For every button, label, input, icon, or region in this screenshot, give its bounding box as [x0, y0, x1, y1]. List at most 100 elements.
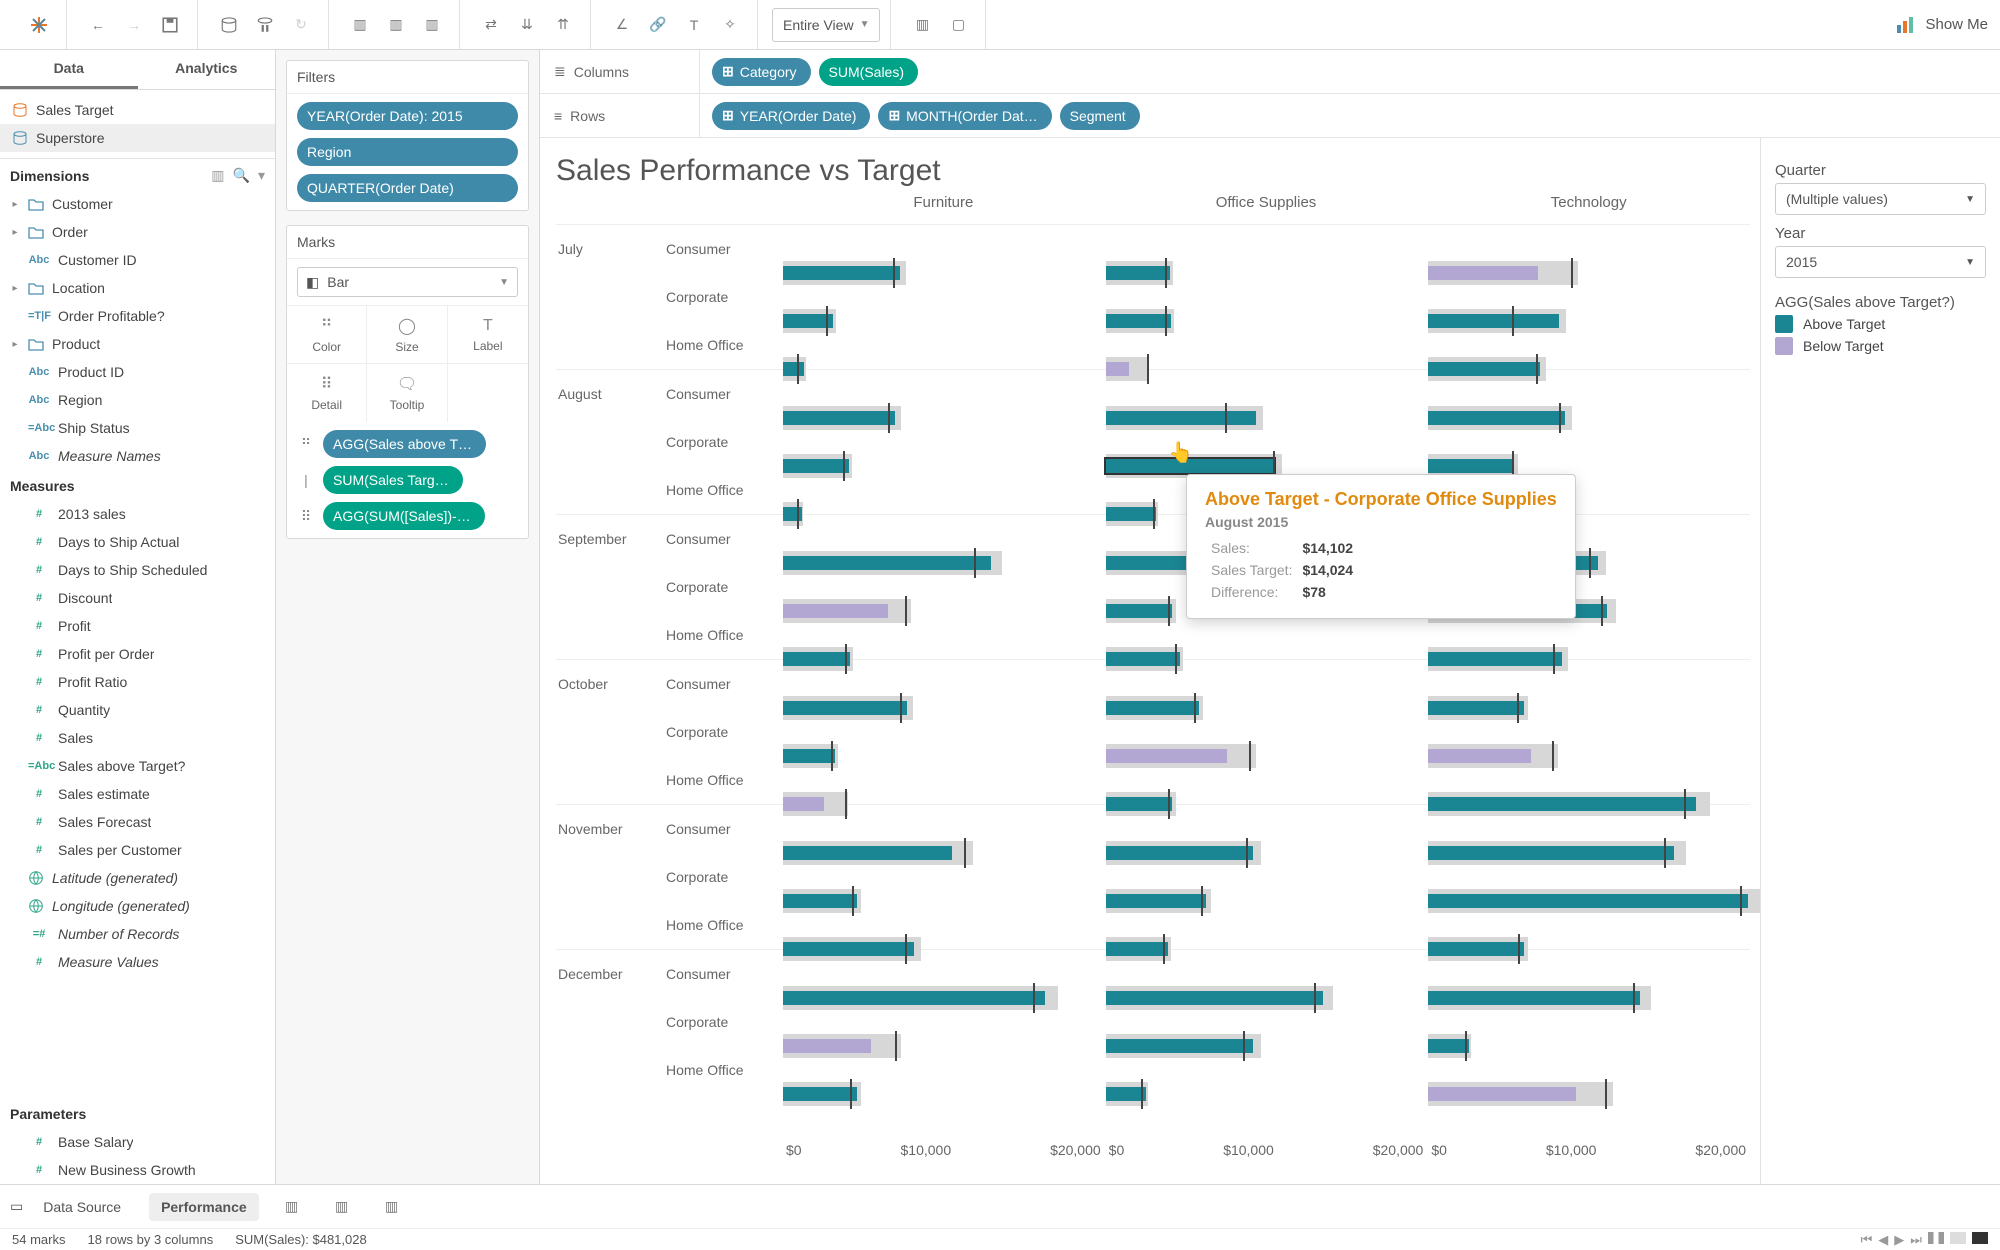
field-row[interactable]: AbcProduct ID	[0, 358, 275, 386]
rows-shelf[interactable]: ≡ Rows	[540, 94, 700, 137]
tab-performance[interactable]: Performance	[149, 1193, 259, 1221]
field-row[interactable]: Latitude (generated)	[0, 864, 275, 892]
field-row[interactable]: Longitude (generated)	[0, 892, 275, 920]
mark-type-selector[interactable]: ◧Bar ▼	[297, 267, 518, 297]
pause-updates-icon[interactable]	[248, 8, 282, 42]
mark-detail[interactable]: ⠿Detail	[287, 364, 367, 422]
field-row[interactable]: #New Business Growth	[0, 1156, 275, 1184]
nav-next-icon[interactable]: ▶	[1894, 1232, 1904, 1248]
datasource-sales-target[interactable]: Sales Target	[0, 96, 275, 124]
field-row[interactable]: =#Number of Records	[0, 920, 275, 948]
mark-color[interactable]: ⠛Color	[287, 306, 367, 364]
datasource-superstore[interactable]: Superstore	[0, 124, 275, 152]
new-sheet-icon[interactable]: ▥	[343, 8, 377, 42]
field-row[interactable]: #Sales Forecast	[0, 808, 275, 836]
marks-pill[interactable]: AGG(Sales above T…	[323, 430, 486, 458]
columns-shelf[interactable]: ≣ Columns	[540, 50, 700, 93]
new-datasource-icon[interactable]	[212, 8, 246, 42]
filter-pill[interactable]: QUARTER(Order Date)	[297, 174, 518, 202]
view-mode-filmstrip-icon[interactable]	[1950, 1232, 1966, 1244]
mark-label[interactable]: TLabel	[448, 306, 528, 364]
shelf-pill[interactable]: SUM(Sales)	[819, 58, 918, 86]
field-row[interactable]: #Measure Values	[0, 948, 275, 976]
filter-pill[interactable]: Region	[297, 138, 518, 166]
new-dashboard-icon[interactable]: ▥	[325, 1190, 359, 1224]
new-story-icon[interactable]: ▥	[375, 1190, 409, 1224]
field-row[interactable]: #Discount	[0, 584, 275, 612]
measures-list: #2013 sales#Days to Ship Actual#Days to …	[0, 500, 275, 1098]
tab-analytics[interactable]: Analytics	[138, 50, 276, 89]
dimensions-header: Dimensions ▥ 🔍 ▾	[0, 159, 275, 190]
mark-tooltip[interactable]: 🗨Tooltip	[367, 364, 447, 422]
swap-icon[interactable]: ⇄	[474, 8, 508, 42]
data-panel-menu-icon[interactable]: ▾	[258, 167, 265, 184]
presentation-icon[interactable]: ▢	[941, 8, 975, 42]
view-mode-single-icon[interactable]	[1972, 1232, 1988, 1244]
filter-pill[interactable]: YEAR(Order Date): 2015	[297, 102, 518, 130]
field-row[interactable]: #2013 sales	[0, 500, 275, 528]
field-row[interactable]: #Profit per Order	[0, 640, 275, 668]
field-row[interactable]: AbcRegion	[0, 386, 275, 414]
legend-item[interactable]: Below Target	[1775, 337, 1986, 355]
field-row[interactable]: #Sales per Customer	[0, 836, 275, 864]
duplicate-sheet-icon[interactable]: ▥	[379, 8, 413, 42]
datasource-tab-icon[interactable]: ▭	[10, 1198, 23, 1215]
field-row[interactable]: ▸Customer	[0, 190, 275, 218]
category-header: Office Supplies	[1105, 194, 1428, 211]
field-row[interactable]: =AbcSales above Target?	[0, 752, 275, 780]
field-row[interactable]: #Profit Ratio	[0, 668, 275, 696]
legend-item[interactable]: Above Target	[1775, 315, 1986, 333]
forward-icon: →	[117, 8, 151, 42]
field-row[interactable]: #Days to Ship Scheduled	[0, 556, 275, 584]
show-me-button[interactable]: Show Me	[1897, 16, 1988, 33]
field-row[interactable]: AbcMeasure Names	[0, 442, 275, 470]
clear-sheet-icon[interactable]: ▥	[415, 8, 449, 42]
sort-asc-icon[interactable]: ⇊	[510, 8, 544, 42]
refresh-icon[interactable]: ↻	[284, 8, 318, 42]
field-row[interactable]: =T|FOrder Profitable?	[0, 302, 275, 330]
shelf-pill[interactable]: ⊞MONTH(Order Dat…	[878, 102, 1051, 130]
year-select[interactable]: 2015▼	[1775, 246, 1986, 278]
nav-last-icon[interactable]: ⏭	[1910, 1232, 1922, 1248]
logo-icon[interactable]	[22, 8, 56, 42]
columns-icon: ≣	[554, 63, 566, 80]
marks-pill[interactable]: AGG(SUM([Sales])-…	[323, 502, 485, 530]
nav-first-icon[interactable]: ⏮	[1861, 1232, 1873, 1248]
tooltip: Above Target - Corporate Office Supplies…	[1186, 474, 1576, 619]
view-as-icon[interactable]: ▥	[211, 167, 224, 184]
group-icon[interactable]: 🔗	[641, 8, 675, 42]
field-row[interactable]: #Days to Ship Actual	[0, 528, 275, 556]
field-row[interactable]: =AbcShip Status	[0, 414, 275, 442]
field-row[interactable]: ▸Order	[0, 218, 275, 246]
field-row[interactable]: ▸Product	[0, 330, 275, 358]
view-mode-tabs-icon[interactable]	[1928, 1232, 1944, 1244]
sort-desc-icon[interactable]: ⇈	[546, 8, 580, 42]
highlighter-icon[interactable]: ∠	[605, 8, 639, 42]
rows-icon: ≡	[554, 108, 562, 124]
field-row[interactable]: #Profit	[0, 612, 275, 640]
search-fields-icon[interactable]: 🔍	[233, 167, 250, 184]
quarter-select[interactable]: (Multiple values)▼	[1775, 183, 1986, 215]
save-icon[interactable]	[153, 8, 187, 42]
status-bar: 54 marks 18 rows by 3 columns SUM(Sales)…	[0, 1228, 2000, 1250]
marks-pill[interactable]: SUM(Sales Targ…	[323, 466, 463, 494]
fit-selector[interactable]: Entire View▼	[772, 8, 880, 42]
shelf-pill[interactable]: ⊞YEAR(Order Date)	[712, 102, 870, 130]
field-row[interactable]: #Sales	[0, 724, 275, 752]
tab-data[interactable]: Data	[0, 50, 138, 89]
mark-size[interactable]: ◯Size	[367, 306, 447, 364]
field-row[interactable]: #Base Salary	[0, 1128, 275, 1156]
tab-datasource[interactable]: Data Source	[31, 1193, 133, 1221]
field-row[interactable]: ▸Location	[0, 274, 275, 302]
field-row[interactable]: AbcCustomer ID	[0, 246, 275, 274]
pin-icon[interactable]: ✧	[713, 8, 747, 42]
field-row[interactable]: #Sales estimate	[0, 780, 275, 808]
label-icon[interactable]: T	[677, 8, 711, 42]
back-icon[interactable]: ←	[81, 8, 115, 42]
shelf-pill[interactable]: Segment	[1060, 102, 1140, 130]
shelf-pill[interactable]: ⊞Category	[712, 58, 811, 86]
cards-icon[interactable]: ▥	[905, 8, 939, 42]
field-row[interactable]: #Quantity	[0, 696, 275, 724]
nav-prev-icon[interactable]: ◀	[1878, 1232, 1888, 1248]
new-worksheet-icon[interactable]: ▥	[275, 1190, 309, 1224]
